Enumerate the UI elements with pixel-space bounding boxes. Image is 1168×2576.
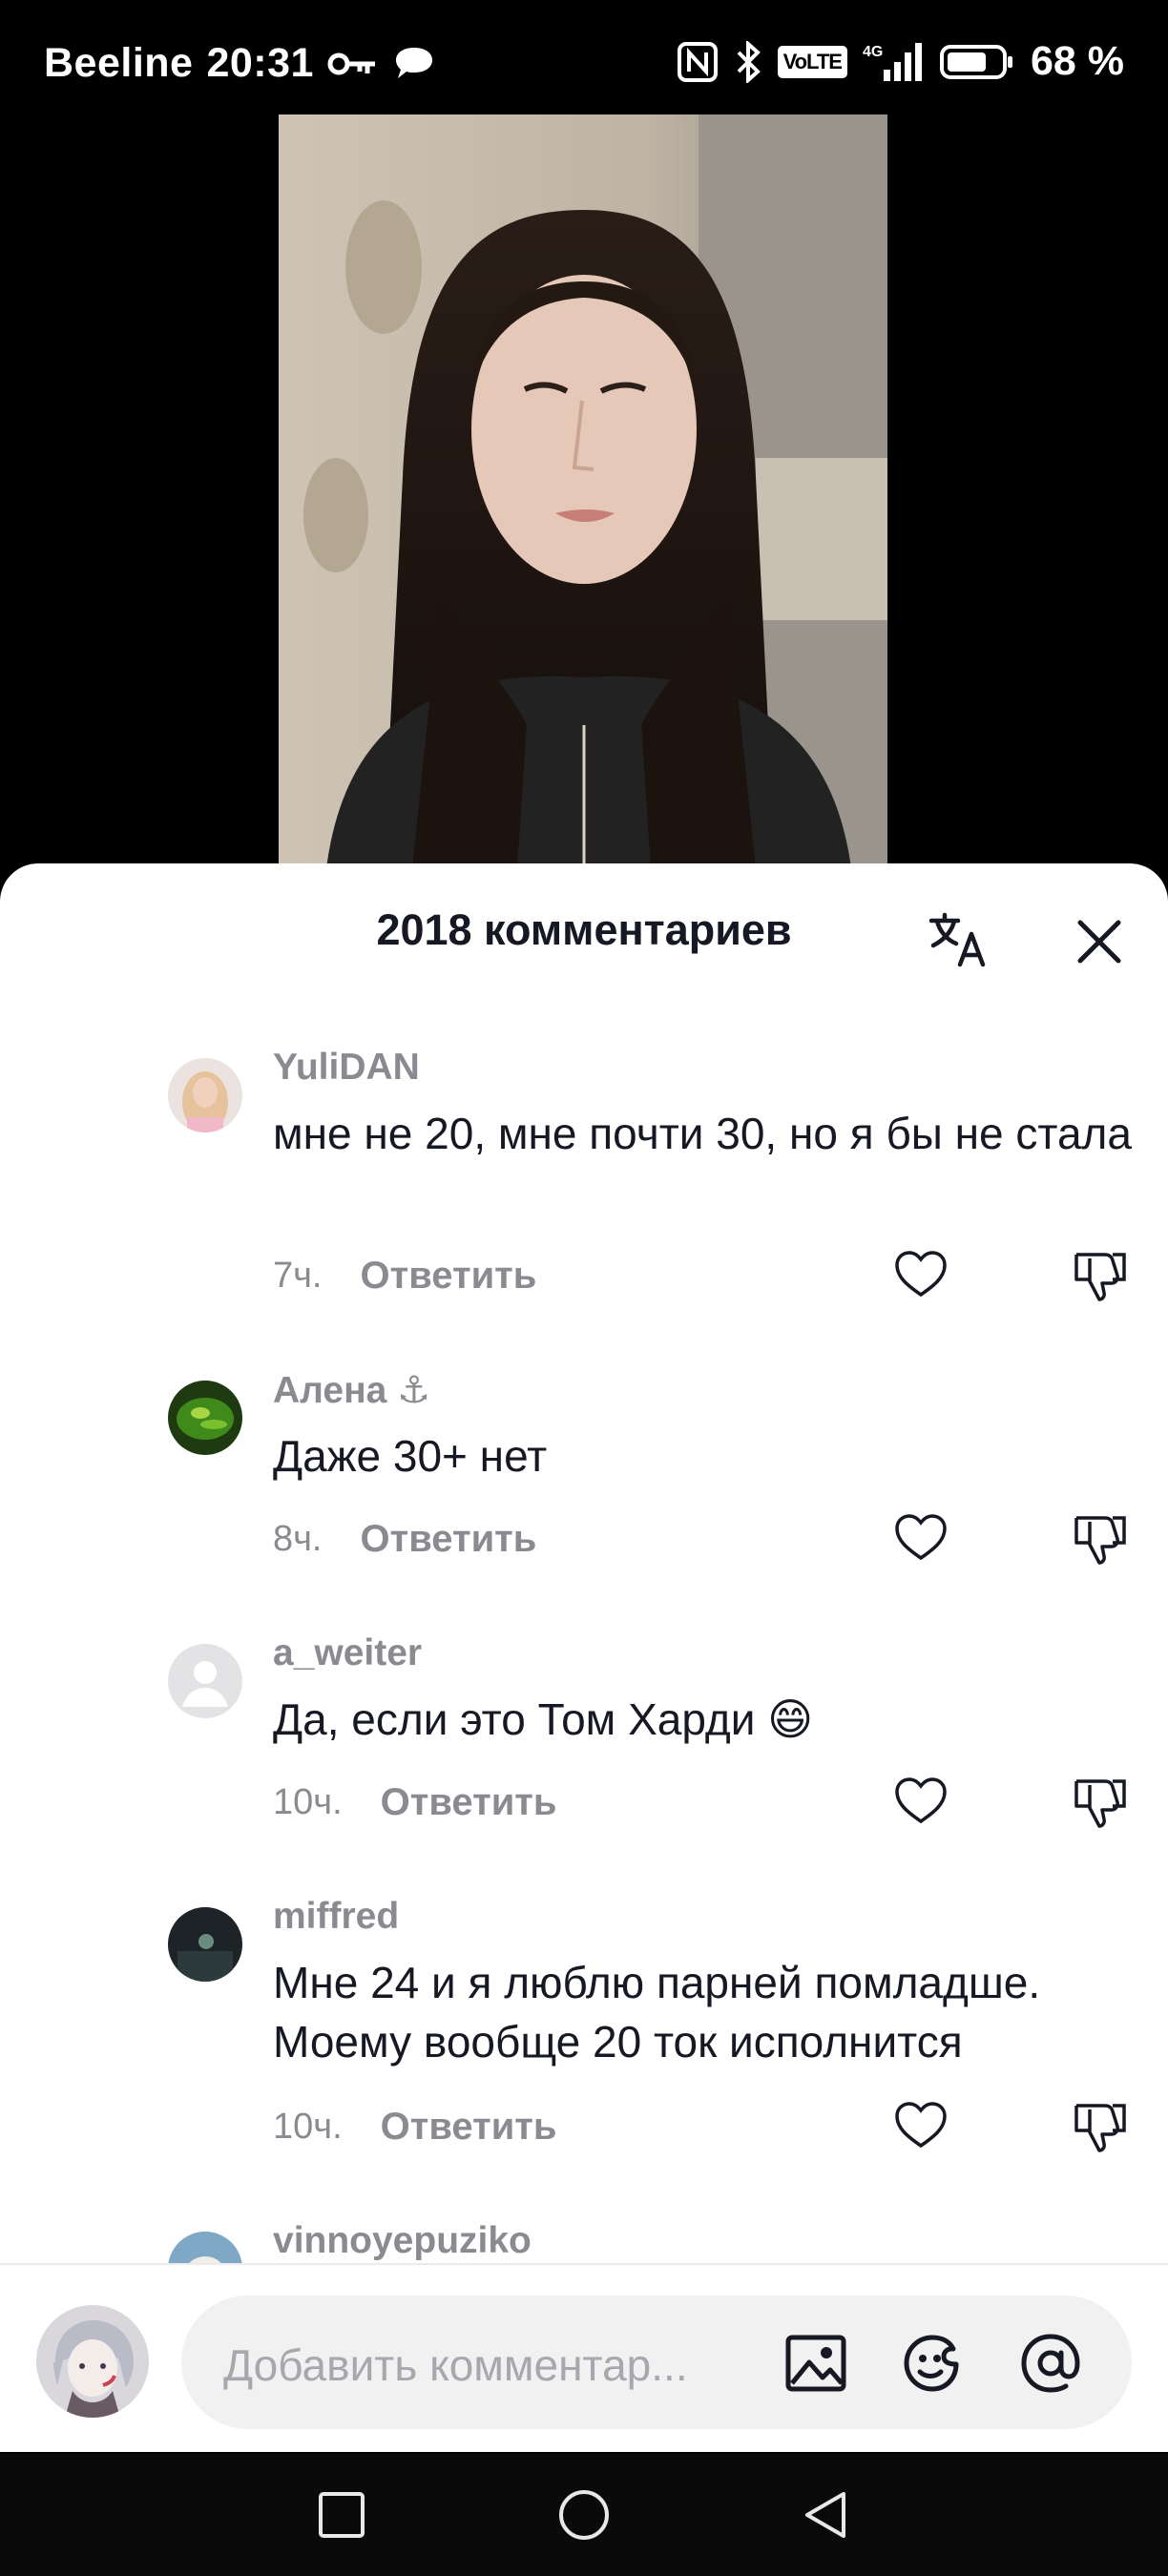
bluetooth-icon [734,40,762,83]
back-button[interactable] [798,2486,855,2544]
dislike-button[interactable] [1071,1772,1130,1831]
circle-icon [559,2490,609,2540]
comment-input-bar: Добавить комментар... [0,2263,1168,2452]
avatar[interactable] [168,1058,242,1132]
dislike-button[interactable] [1071,2096,1130,2155]
comment-meta: 10ч. Ответить [273,2106,556,2149]
emoji-button[interactable] [899,2330,966,2397]
volte-badge: VoLTE [777,45,847,78]
thumbs-down-icon [1074,2104,1126,2152]
comment-username[interactable]: YuliDAN [273,1047,420,1089]
comment-time: 8ч. [273,1519,323,1559]
svg-text:4G: 4G [863,44,883,60]
like-button[interactable] [891,1772,950,1831]
avatar[interactable] [168,1907,242,1982]
reply-button[interactable]: Ответить [361,1255,537,1298]
comment-username[interactable]: Алена ⚓ [273,1369,430,1412]
comment-time: 7ч. [273,1256,323,1296]
carrier-name: Beeline [44,40,194,86]
emoji-icon [904,2335,959,2392]
comment-username[interactable]: miffred [273,1896,399,1938]
system-nav-bar [0,2454,1168,2576]
video-player[interactable] [0,114,1168,868]
home-button[interactable] [555,2486,613,2544]
comment-username[interactable]: vinnoyepuziko [273,2220,532,2262]
reply-button[interactable]: Ответить [361,1518,537,1561]
comment-text: Да, если это Том Харди 😄 [273,1694,814,1744]
comment-username[interactable]: a_weiter [273,1632,422,1674]
square-icon [319,2492,365,2538]
comment-input-placeholder: Добавить комментар... [223,2340,688,2390]
comment-meta: 7ч. Ответить [273,1255,536,1298]
reply-button[interactable]: Ответить [381,2106,557,2149]
avatar[interactable] [168,2232,242,2266]
signal-icon: 4G [863,41,924,83]
status-bar: Beeline 20:31 VoLTE 4G 68 % [0,0,1168,114]
chat-bubble-icon [392,45,436,83]
dislike-button[interactable] [1071,1508,1130,1568]
heart-icon [895,1251,947,1298]
like-button[interactable] [891,1508,950,1568]
reply-button[interactable]: Ответить [381,1781,557,1824]
battery-icon [939,43,1015,81]
at-sign-icon [1021,2334,1080,2393]
avatar[interactable] [168,1644,242,1718]
status-left: Beeline 20:31 [44,40,436,87]
comment-time: 10ч. [273,2107,343,2147]
comment-text: Мне 24 и я люблю парней помладше. Моему … [273,1958,1041,2067]
heart-icon [895,1514,947,1561]
battery-percent: 68 % [1030,38,1124,84]
my-avatar[interactable] [36,2305,149,2418]
comments-sheet: 2018 комментариев YuliDAN мне не 20, мне… [0,863,1168,2452]
status-right: VoLTE 4G 68 % [677,38,1124,85]
comment-text: Даже 30+ нет [273,1431,548,1481]
comment-time: 10ч. [273,1782,343,1822]
thumbs-down-icon [1074,1253,1126,1301]
mention-button[interactable] [1017,2330,1084,2397]
clock: 20:31 [206,40,314,86]
comment-meta: 8ч. Ответить [273,1518,536,1561]
video-thumbnail-image [279,114,887,868]
recent-apps-button[interactable] [313,2486,370,2544]
comment-input[interactable]: Добавить комментар... [181,2296,1132,2429]
heart-icon [895,2102,947,2149]
comments-list[interactable]: YuliDAN мне не 20, мне почти 30, но я бы… [0,863,1168,2266]
thumbs-down-icon [1074,1779,1126,1828]
like-button[interactable] [891,2096,950,2155]
image-icon [785,2335,846,2392]
comment-text: мне не 20, мне почти 30, но я бы не стал… [273,1109,1132,1158]
heart-icon [895,1777,947,1824]
comment-meta: 10ч. Ответить [273,1781,556,1824]
avatar[interactable] [168,1381,242,1455]
video-frame[interactable] [279,114,887,868]
back-triangle-icon [805,2492,845,2538]
key-icon [327,48,379,80]
nfc-icon [677,41,719,83]
thumbs-down-icon [1074,1516,1126,1565]
image-button[interactable] [782,2330,849,2397]
dislike-button[interactable] [1071,1245,1130,1304]
like-button[interactable] [891,1245,950,1304]
